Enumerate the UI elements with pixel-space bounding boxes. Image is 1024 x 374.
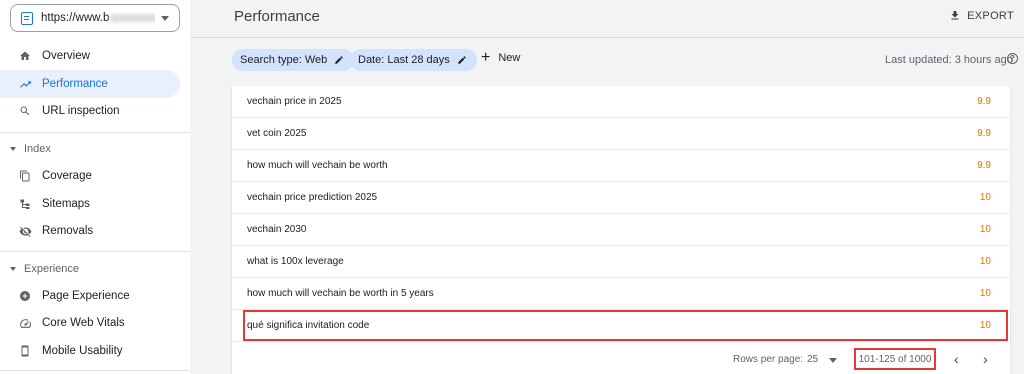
sidebar-item-label: Mobile Usability [42, 345, 123, 357]
filter-chip-date[interactable]: Date: Last 28 days [350, 49, 477, 71]
sidebar-item-url-inspection[interactable]: URL inspection [0, 97, 180, 125]
prev-page-button[interactable]: ‹ [954, 352, 959, 366]
edit-pencil-icon [335, 56, 343, 64]
query-cell: vechain price in 2025 [247, 96, 342, 107]
speedometer-icon [18, 316, 32, 330]
query-cell: what is 100x leverage [247, 256, 344, 267]
query-cell: how much will vechain be worth in 5 year… [247, 288, 434, 299]
table-row[interactable]: how much will vechain be worth 9.9 [232, 150, 1010, 182]
caret-down-icon [10, 267, 16, 271]
sidebar-item-coverage[interactable]: Coverage [0, 162, 180, 190]
table-pagination: Rows per page: 25 101-125 of 1000 ‹ › [232, 345, 1010, 374]
edit-pencil-icon [457, 56, 466, 64]
export-label: EXPORT [967, 9, 1014, 22]
page-header: Performance EXPORT [190, 0, 1024, 38]
chevron-down-icon[interactable] [829, 358, 837, 363]
add-circle-icon [18, 289, 32, 303]
sidebar-divider [0, 251, 190, 252]
sidebar-divider [0, 132, 190, 133]
search-icon [18, 104, 32, 118]
chip-label: Search type: Web [240, 54, 328, 66]
page-range-text: 101-125 of 1000 [854, 348, 936, 370]
sidebar-item-page-experience[interactable]: Page Experience [0, 282, 180, 310]
property-url: https://www.b [41, 12, 155, 24]
position-cell: 9.9 [977, 96, 991, 107]
position-cell: 10 [979, 256, 991, 267]
query-cell: vechain price prediction 2025 [247, 192, 378, 203]
query-cell: vechain 2030 [247, 224, 307, 235]
table-row[interactable]: vet coin 2025 9.9 [232, 118, 1010, 150]
sitemap-icon [18, 197, 32, 211]
sidebar-item-overview[interactable]: Overview [0, 42, 180, 70]
caret-down-icon [10, 147, 16, 151]
property-icon [21, 11, 33, 25]
next-page-button[interactable]: › [983, 352, 988, 366]
rows-per-page-label: Rows per page: [733, 354, 804, 365]
sidebar-item-label: Performance [42, 78, 108, 90]
sidebar-item-label: Coverage [42, 170, 92, 182]
highlight-box-row [243, 310, 1008, 341]
table-row[interactable]: vechain price prediction 2025 10 [232, 182, 1010, 214]
rows-per-page-select[interactable]: 25 [807, 354, 818, 365]
sidebar-item-label: URL inspection [42, 105, 120, 117]
section-label: Index [24, 143, 51, 155]
page-range-label: 101-125 of 1000 [858, 353, 932, 365]
new-filter-button[interactable]: + New [481, 49, 521, 66]
plus-icon: + [481, 49, 491, 66]
table-row[interactable]: vechain 2030 10 [232, 214, 1010, 246]
last-updated-text: Last updated: 3 hours ago [885, 54, 1013, 66]
table-row[interactable]: what is 100x leverage 10 [232, 246, 1010, 278]
query-cell: how much will vechain be worth [247, 160, 388, 171]
table-row[interactable]: vechain price in 2025 9.9 [232, 86, 1010, 118]
download-icon [951, 11, 959, 20]
sidebar-item-sitemaps[interactable]: Sitemaps [0, 190, 180, 218]
position-cell: 10 [979, 224, 991, 235]
new-label: New [498, 52, 521, 64]
sidebar-item-core-web-vitals[interactable]: Core Web Vitals [0, 309, 180, 337]
export-button[interactable]: EXPORT [949, 9, 1014, 22]
help-icon[interactable]: ? [1007, 53, 1018, 64]
section-experience[interactable]: Experience [10, 263, 79, 275]
file-copy-icon [18, 169, 32, 183]
sidebar: https://www.b Overview Performance URL i… [0, 0, 190, 374]
sidebar-item-performance[interactable]: Performance [0, 70, 180, 98]
sidebar-item-label: Sitemaps [42, 198, 90, 210]
page-title: Performance [234, 8, 320, 25]
position-cell: 10 [979, 192, 991, 203]
table-row[interactable]: how much will vechain be worth in 5 year… [232, 278, 1010, 310]
home-icon [18, 49, 32, 63]
position-cell: 9.9 [977, 160, 991, 171]
filter-chip-search-type[interactable]: Search type: Web [232, 49, 355, 71]
query-cell: vet coin 2025 [247, 128, 307, 139]
sidebar-item-label: Removals [42, 225, 94, 237]
sidebar-item-label: Overview [42, 50, 90, 62]
chip-label: Date: Last 28 days [358, 54, 450, 66]
section-label: Experience [24, 263, 80, 275]
sidebar-divider [0, 370, 190, 371]
sidebar-item-label: Core Web Vitals [42, 317, 125, 329]
visibility-off-icon [18, 224, 32, 238]
position-cell: 10 [979, 288, 991, 299]
sidebar-item-mobile-usability[interactable]: Mobile Usability [0, 337, 180, 365]
sidebar-item-removals[interactable]: Removals [0, 217, 180, 245]
position-cell: 9.9 [977, 128, 991, 139]
sidebar-item-label: Page Experience [42, 290, 130, 302]
trending-up-icon [18, 77, 32, 91]
chevron-down-icon [161, 15, 169, 21]
section-index[interactable]: Index [10, 143, 51, 155]
property-selector[interactable]: https://www.b [10, 4, 180, 32]
smartphone-icon [18, 344, 32, 358]
